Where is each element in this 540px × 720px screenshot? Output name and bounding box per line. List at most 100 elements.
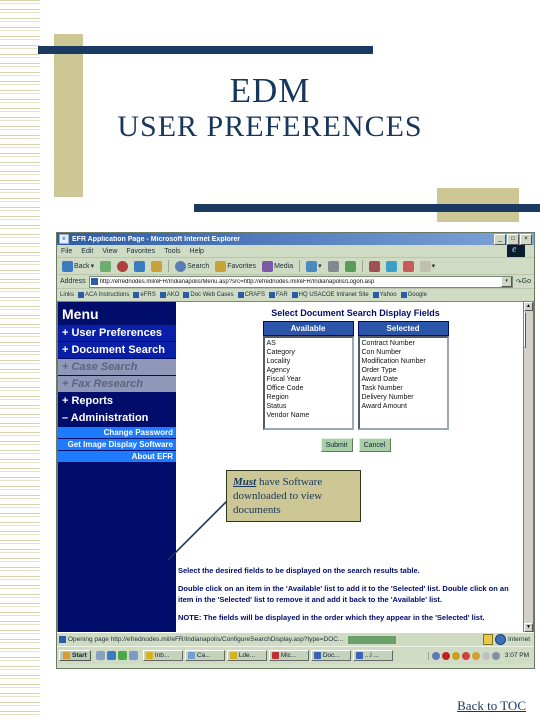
tray-printer-icon[interactable] [481,651,490,660]
menu-favorites[interactable]: Favorites [126,248,155,255]
taskbar-clock[interactable]: 3:07 PM [502,652,532,659]
address-input[interactable]: http://efrednodes.mil/eFR/Indianapolis/M… [88,275,513,288]
sidebar-subitem-about-efr[interactable]: About EFR [58,451,176,462]
list-item[interactable]: Status [267,402,350,411]
outlook-icon[interactable] [128,651,138,660]
list-item[interactable]: Contract Number [362,339,445,348]
minimize-button[interactable]: _ [494,233,506,245]
list-item[interactable]: Agency [267,366,350,375]
window-controls[interactable]: _ □ × [494,233,532,245]
list-item[interactable]: Locality [267,357,350,366]
taskbar-item[interactable]: Lde... [226,650,267,661]
link-aca-instructions[interactable]: ACA Instructions [78,292,129,298]
toolbar-overflow-button[interactable]: ▾ [418,260,438,272]
submit-button[interactable]: Submit [320,438,353,452]
maximize-button[interactable]: □ [507,233,519,245]
back-dropdown-icon[interactable]: ▾ [91,262,95,270]
list-item[interactable]: Office Code [267,384,350,393]
tray-alert-icon[interactable] [461,651,470,660]
back-to-toc-link[interactable]: Back to TOC [457,698,526,714]
history-dropdown-icon[interactable]: ▾ [318,262,322,270]
tray-volume-icon[interactable] [431,651,440,660]
list-item[interactable]: Region [267,393,350,402]
toolbar-stop-button[interactable] [115,260,130,272]
taskbar-item[interactable]: Inb... [142,650,183,661]
toolbar-edit-button[interactable] [343,260,358,272]
scroll-up-arrow-icon[interactable]: ▲ [524,302,533,311]
system-tray[interactable]: 3:07 PM [427,651,532,660]
available-listbox[interactable]: AS Category Locality Agency Fiscal Year … [262,336,354,430]
menu-edit[interactable]: Edit [81,248,93,255]
address-dropdown-icon[interactable]: ▾ [500,276,512,287]
selected-listbox[interactable]: Contract Number Con Number Modification … [357,336,449,430]
scrollbar-thumb[interactable] [524,312,526,348]
page-vertical-scrollbar[interactable]: ▲ ▼ [523,302,533,632]
link-efrs[interactable]: eFRS [133,292,156,298]
tray-modem-icon[interactable] [491,651,500,660]
link-hq-usacoe-intranet[interactable]: HQ USACOE Intranet Site [291,292,369,298]
scroll-down-arrow-icon[interactable]: ▼ [524,623,533,632]
list-item[interactable]: Task Number [362,384,445,393]
link-yahoo[interactable]: Yahoo [372,292,397,298]
tray-update-icon[interactable] [471,651,480,660]
toolbar-refresh-button[interactable] [132,260,147,272]
media-player-icon[interactable] [117,651,127,660]
browser-links-bar[interactable]: Links ACA Instructions eFRS AKO Doc Web … [57,289,534,302]
sidebar-subitem-change-password[interactable]: Change Password [58,427,176,438]
menu-file[interactable]: File [61,248,72,255]
link-google[interactable]: Google [400,292,427,298]
list-item[interactable]: Category [267,348,350,357]
taskbar-item[interactable]: ...l ... [352,650,393,661]
list-item[interactable]: Modification Number [362,357,445,366]
toolbar-home-button[interactable] [149,260,164,272]
sidebar-item-reports[interactable]: + Reports [58,393,176,409]
quick-launch-bar[interactable] [93,651,141,660]
sidebar-item-document-search[interactable]: + Document Search [58,342,176,358]
toolbar-discuss-button[interactable] [367,260,382,272]
link-ako[interactable]: AKO [159,292,179,298]
toolbar-favorites-button[interactable]: Favorites [213,260,258,272]
start-button[interactable]: Start [59,650,91,661]
menu-help[interactable]: Help [190,248,204,255]
toolbar-overflow-icon[interactable]: ▾ [432,262,436,270]
toolbar-history-button[interactable]: ▾ [304,260,324,272]
go-button[interactable]: ↷ Go [513,278,534,286]
list-item[interactable]: Fiscal Year [267,375,350,384]
toolbar-research-button[interactable] [401,260,416,272]
browser-menubar[interactable]: File Edit View Favorites Tools Help [57,244,534,258]
list-item[interactable]: Vendor Name [267,411,350,420]
ie-launch-icon[interactable] [106,651,116,660]
toolbar-back-button[interactable]: Back ▾ [60,260,96,272]
list-item[interactable]: Award Date [362,375,445,384]
taskbar-item[interactable]: Doc... [310,650,351,661]
toolbar-forward-button[interactable] [98,260,113,272]
list-item[interactable]: Con Number [362,348,445,357]
list-item[interactable]: Order Type [362,366,445,375]
tray-network-icon[interactable] [451,651,460,660]
toolbar-messenger-button[interactable] [384,260,399,272]
cancel-button[interactable]: Cancel [358,438,391,452]
available-column-header: Available [262,321,354,336]
list-item[interactable]: Award Amount [362,402,445,411]
show-desktop-icon[interactable] [95,651,105,660]
browser-toolbar[interactable]: Back ▾ Search Favorites Media ▾ ▾ [57,258,534,275]
list-item[interactable]: AS [267,339,350,348]
sidebar-item-user-preferences[interactable]: + User Preferences [58,325,176,341]
toolbar-media-button[interactable]: Media [260,260,295,272]
close-button[interactable]: × [520,233,532,245]
sidebar-subitem-get-image-display-software[interactable]: Get Image Display Software [58,439,176,450]
menu-view[interactable]: View [102,248,117,255]
tray-antivirus-icon[interactable] [441,651,450,660]
link-far[interactable]: FAR [268,292,288,298]
toolbar-search-button[interactable]: Search [173,260,211,272]
taskbar-item[interactable]: Mic... [268,650,309,661]
list-item[interactable]: Delivery Number [362,393,445,402]
sidebar-item-administration[interactable]: – Administration [58,410,176,426]
link-doc-web-cases[interactable]: Doc Web Cases [183,292,234,298]
menu-tools[interactable]: Tools [164,248,180,255]
toolbar-print-button[interactable] [326,260,341,272]
browser-address-bar[interactable]: Address http://efrednodes.mil/eFR/Indian… [57,275,534,289]
link-crafs[interactable]: CRAFS [237,292,265,298]
windows-taskbar[interactable]: Start Inb... Ca... Lde... Mic... Doc... … [57,646,534,664]
taskbar-item[interactable]: Ca... [184,650,225,661]
